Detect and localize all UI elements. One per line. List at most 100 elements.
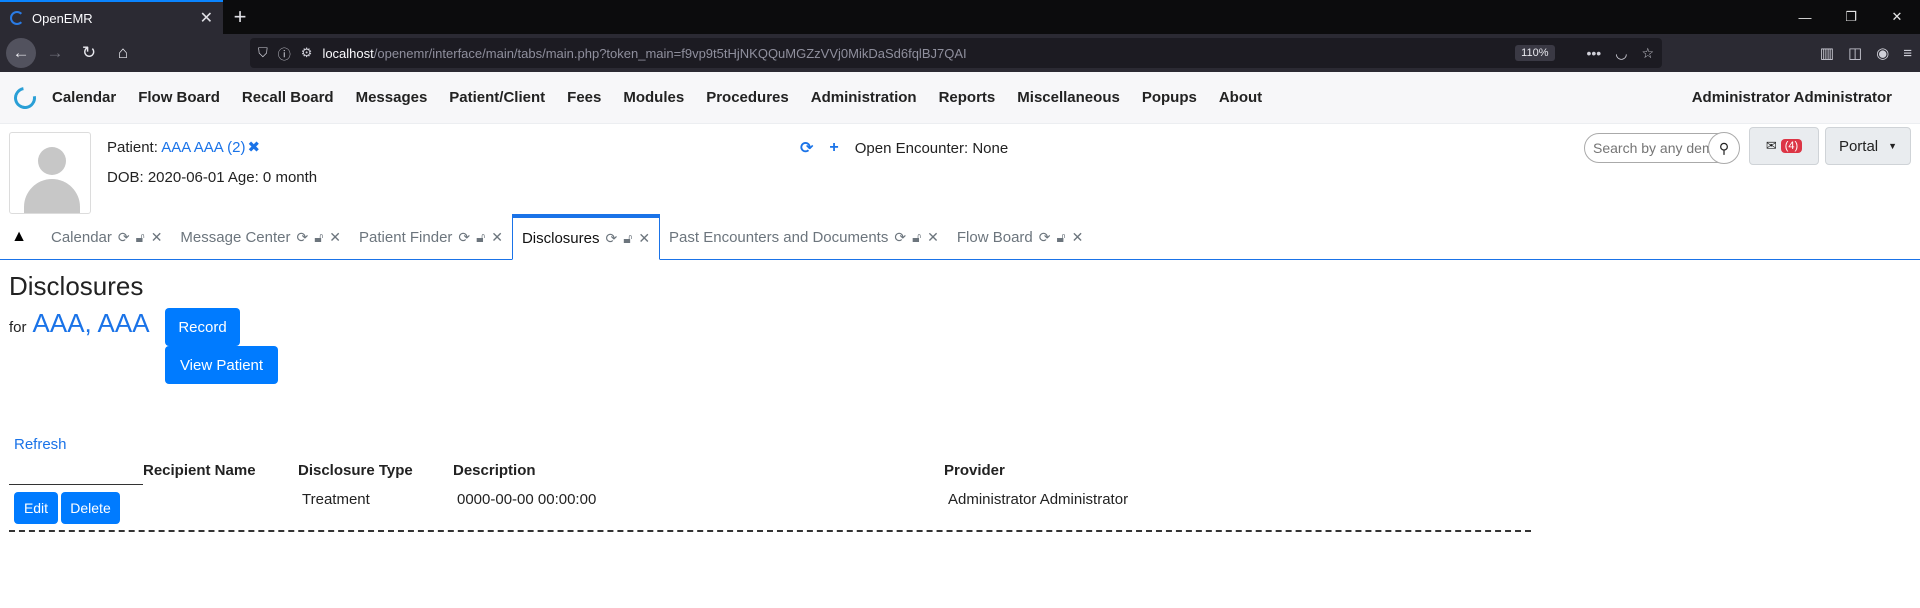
- openemr-favicon-icon: [10, 11, 24, 25]
- account-icon[interactable]: ◉: [1876, 44, 1889, 62]
- unlock-icon[interactable]: 🔓︎: [623, 230, 632, 247]
- browser-right-controls: ▥ ◫ ◉ ≡: [1820, 38, 1912, 68]
- openemr-logo-icon[interactable]: [9, 82, 41, 113]
- refresh-icon[interactable]: ⟳: [894, 229, 906, 246]
- edit-button[interactable]: Edit: [14, 492, 58, 524]
- delete-button[interactable]: Delete: [61, 492, 120, 524]
- refresh-icon[interactable]: ⟳: [458, 229, 470, 246]
- close-icon[interactable]: ✕: [927, 229, 939, 246]
- menu-procedures[interactable]: Procedures: [706, 89, 789, 106]
- close-icon[interactable]: ✕: [1072, 229, 1084, 246]
- sidebar-icon[interactable]: ◫: [1848, 44, 1862, 62]
- collapse-header-icon[interactable]: ▲: [6, 215, 32, 259]
- refresh-icon[interactable]: ⟳: [118, 229, 130, 246]
- patient-search: ⚲: [1584, 132, 1740, 164]
- search-icon[interactable]: ⚲: [1708, 132, 1740, 164]
- main-menu: Calendar Flow Board Recall Board Message…: [0, 72, 1920, 124]
- close-tab-icon[interactable]: ✕: [200, 8, 213, 28]
- caret-down-icon: ▼: [1888, 141, 1898, 151]
- hamburger-menu-icon[interactable]: ≡: [1903, 45, 1912, 62]
- menu-recall-board[interactable]: Recall Board: [242, 89, 334, 106]
- browser-tab[interactable]: OpenEMR ✕: [0, 0, 223, 34]
- record-button[interactable]: Record: [165, 308, 240, 346]
- cell-description: 0000-00-00 00:00:00: [457, 491, 597, 508]
- bookmark-star-icon[interactable]: ☆: [1641, 45, 1654, 62]
- cell-disclosure-type: Treatment: [302, 491, 370, 508]
- new-tab-button[interactable]: +: [223, 0, 257, 34]
- menu-calendar[interactable]: Calendar: [52, 89, 116, 106]
- menu-reports[interactable]: Reports: [939, 89, 996, 106]
- close-icon[interactable]: ✕: [638, 230, 650, 247]
- new-encounter-icon[interactable]: +: [829, 139, 838, 157]
- refresh-icon[interactable]: ⟳: [606, 230, 618, 247]
- pocket-icon[interactable]: ◡: [1615, 45, 1627, 62]
- tab-disclosures[interactable]: Disclosures ⟳ 🔓︎ ✕: [511, 214, 661, 260]
- open-encounter-text: Open Encounter: None: [854, 139, 1009, 157]
- url-path: /openemr/interface/main/tabs/main.php?to…: [373, 45, 967, 61]
- restore-icon[interactable]: ❐: [1828, 0, 1874, 34]
- col-recipient-name: Recipient Name: [143, 462, 256, 479]
- library-icon[interactable]: ▥: [1820, 44, 1834, 62]
- patient-name-heading[interactable]: AAA, AAA: [33, 308, 150, 339]
- unlock-icon[interactable]: 🔓︎: [912, 229, 921, 246]
- menu-miscellaneous[interactable]: Miscellaneous: [1017, 89, 1120, 106]
- close-icon[interactable]: ✕: [491, 229, 503, 246]
- permissions-icon[interactable]: ⚙: [301, 45, 313, 61]
- tab-label: Flow Board: [956, 228, 1033, 246]
- home-button[interactable]: ⌂: [108, 38, 138, 68]
- cell-provider: Administrator Administrator: [948, 491, 1129, 508]
- back-button[interactable]: ←: [6, 38, 36, 68]
- refresh-link[interactable]: Refresh: [14, 436, 67, 453]
- messages-button[interactable]: ✉ (4): [1749, 127, 1819, 165]
- reload-button[interactable]: ↻: [74, 38, 104, 68]
- tab-patient-finder[interactable]: Patient Finder ⟳ 🔓︎ ✕: [350, 215, 512, 259]
- refresh-encounter-icon[interactable]: ⟳: [800, 138, 813, 158]
- disclosures-page: Disclosures for AAA, AAA Record View Pat…: [0, 260, 1920, 532]
- menu-administration[interactable]: Administration: [811, 89, 917, 106]
- unlock-icon[interactable]: 🔓︎: [476, 229, 485, 246]
- menu-flow-board[interactable]: Flow Board: [138, 89, 220, 106]
- url-bar[interactable]: ⛉ ⓘ ⚙ localhost/openemr/interface/main/t…: [250, 38, 1662, 68]
- tab-calendar[interactable]: Calendar ⟳ 🔓︎ ✕: [42, 215, 171, 259]
- info-icon[interactable]: ⓘ: [278, 44, 291, 63]
- menu-messages[interactable]: Messages: [356, 89, 428, 106]
- menu-modules[interactable]: Modules: [623, 89, 684, 106]
- zoom-indicator[interactable]: 110%: [1515, 45, 1555, 61]
- tab-flow-board[interactable]: Flow Board ⟳ 🔓︎ ✕: [948, 215, 1092, 259]
- close-icon[interactable]: ✕: [151, 229, 163, 246]
- tab-message-center[interactable]: Message Center ⟳ 🔓︎ ✕: [171, 215, 350, 259]
- menu-fees[interactable]: Fees: [567, 89, 601, 106]
- menu-about[interactable]: About: [1219, 89, 1262, 106]
- for-label: for: [9, 319, 27, 336]
- tab-label: Disclosures: [521, 230, 600, 247]
- tab-past-encounters[interactable]: Past Encounters and Documents ⟳ 🔓︎ ✕: [660, 215, 948, 259]
- view-patient-button[interactable]: View Patient: [165, 346, 278, 384]
- page-actions-icon[interactable]: •••: [1587, 45, 1602, 61]
- patient-dob-age: DOB: 2020-06-01 Age: 0 month: [107, 169, 318, 186]
- unlock-icon[interactable]: 🔓︎: [136, 229, 145, 246]
- tab-label: Past Encounters and Documents: [669, 228, 889, 246]
- tab-label: Patient Finder: [359, 228, 453, 246]
- patient-bar: Patient: AAA AAA (2) ✖ DOB: 2020-06-01 Ag…: [0, 124, 1920, 214]
- menu-popups[interactable]: Popups: [1142, 89, 1197, 106]
- unlock-icon[interactable]: 🔓︎: [314, 229, 323, 246]
- portal-dropdown[interactable]: Portal ▼: [1825, 127, 1911, 165]
- shield-icon[interactable]: ⛉: [258, 45, 268, 61]
- refresh-icon[interactable]: ⟳: [296, 229, 308, 246]
- menu-patient-client[interactable]: Patient/Client: [449, 89, 545, 106]
- encounter-info: ⟳ + Open Encounter: None: [800, 138, 1008, 158]
- clear-patient-icon[interactable]: ✖: [247, 139, 260, 156]
- unlock-icon[interactable]: 🔓︎: [1057, 229, 1066, 246]
- envelope-icon: ✉: [1765, 138, 1777, 153]
- forward-button[interactable]: →: [40, 38, 70, 68]
- close-icon[interactable]: ✕: [329, 229, 341, 246]
- patient-heading: for AAA, AAA: [9, 308, 150, 339]
- tab-label: Calendar: [51, 228, 112, 246]
- window-close-icon[interactable]: ✕: [1874, 0, 1920, 34]
- refresh-icon[interactable]: ⟳: [1039, 229, 1051, 246]
- patient-name-link[interactable]: AAA AAA (2): [161, 139, 245, 156]
- window-controls: — ❐ ✕: [1782, 0, 1920, 34]
- patient-search-input[interactable]: [1584, 133, 1720, 163]
- minimize-icon[interactable]: —: [1782, 0, 1828, 34]
- user-menu[interactable]: Administrator Administrator: [1692, 89, 1892, 106]
